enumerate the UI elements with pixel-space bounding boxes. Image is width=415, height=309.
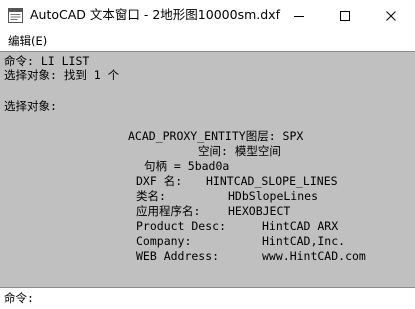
output-line: 选择对象: 找到 1 个 — [4, 68, 120, 82]
output-line: 命令: LI LIST — [4, 54, 90, 68]
menu-bar: 编辑(E) — [0, 31, 415, 51]
command-prompt: 命令: — [4, 291, 34, 305]
minimize-icon — [294, 15, 304, 17]
output-line-key: Product Desc: — [136, 219, 227, 233]
output-line-key: 应用程序名: — [136, 204, 201, 218]
close-icon — [386, 10, 396, 21]
output-line: 空间: 模型空间 — [198, 144, 281, 158]
output-line-key: Company: — [136, 234, 192, 248]
minimize-button[interactable] — [276, 0, 322, 31]
window-title: AutoCAD 文本窗口 - 2地形图10000sm.dxf — [30, 7, 280, 22]
output-line-value: HEXOBJECT — [228, 204, 291, 218]
output-line-value: HINTCAD_SLOPE_LINES — [206, 174, 338, 188]
output-line-value: HDbSlopeLines — [228, 189, 319, 203]
menu-edit[interactable]: 编辑(E) — [8, 33, 47, 49]
autocad-text-window: AutoCAD 文本窗口 - 2地形图10000sm.dxf 编辑(E) 命令:… — [0, 0, 415, 309]
output-line-value: HintCAD,Inc. — [262, 234, 346, 248]
maximize-icon — [340, 10, 350, 21]
close-button[interactable] — [368, 0, 414, 31]
output-line: 句柄 = 5bad0a — [144, 159, 230, 173]
output-line-key: WEB Address: — [136, 249, 220, 263]
output-line-value: www.HintCAD.com — [262, 249, 366, 263]
output-line-key: DXF 名: — [136, 174, 183, 188]
output-line: ACAD_PROXY_ENTITY图层: SPX — [128, 129, 304, 143]
text-output-area[interactable]: 命令: LI LIST 选择对象: 找到 1 个 选择对象: ACAD_PROX… — [0, 51, 415, 288]
command-input[interactable] — [40, 290, 400, 306]
command-line: 命令: — [0, 288, 415, 309]
output-line: 选择对象: — [4, 99, 57, 113]
app-window-icon — [8, 8, 23, 23]
output-line-value: HintCAD ARX — [262, 219, 339, 233]
title-bar: AutoCAD 文本窗口 - 2地形图10000sm.dxf — [0, 0, 415, 31]
maximize-button[interactable] — [322, 0, 368, 31]
output-line-key: 类名: — [136, 189, 166, 203]
